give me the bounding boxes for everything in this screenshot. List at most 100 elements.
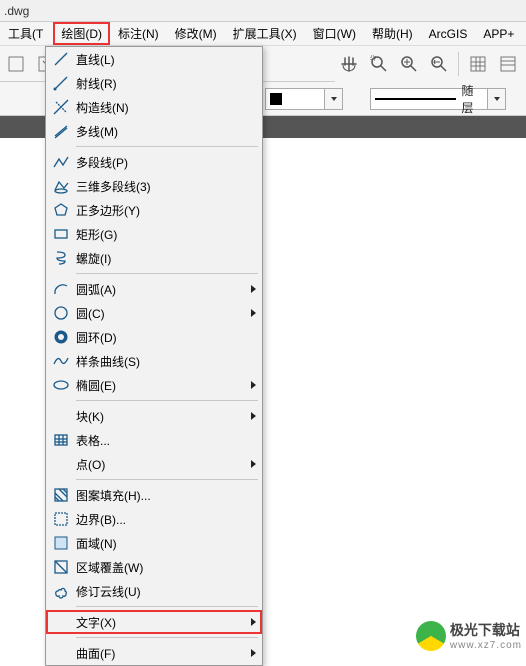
menu-item-point[interactable]: 点(O): [46, 452, 262, 476]
submenu-arrow-icon: [251, 285, 256, 293]
circle-icon: [46, 304, 76, 322]
menu-item-label: 点(O): [76, 456, 248, 473]
menu-item-rect[interactable]: 矩形(G): [46, 222, 262, 246]
ellipse-icon: [46, 376, 76, 394]
menu-item-donut[interactable]: 圆环(D): [46, 325, 262, 349]
line-sample-icon: [375, 98, 456, 100]
menu-item-ellipse[interactable]: 椭圆(E): [46, 373, 262, 397]
menu-item-block[interactable]: 块(K): [46, 404, 262, 428]
menu-item-label: 块(K): [76, 408, 248, 425]
menu-item-label: 修订云线(U): [76, 583, 248, 600]
menu-item-table[interactable]: 表格...: [46, 428, 262, 452]
toolbar-separator: [458, 52, 459, 76]
color-dropdown-arrow[interactable]: [325, 88, 343, 110]
submenu-arrow-icon: [251, 412, 256, 420]
menu-item-3dpoly[interactable]: 三维多段线(3): [46, 174, 262, 198]
region-icon: [46, 534, 76, 552]
menu-separator: [76, 479, 258, 480]
menu-修改m[interactable]: 修改(M): [167, 22, 225, 45]
color-swatch-icon: [270, 93, 282, 105]
menu-item-label: 边界(B)...: [76, 511, 248, 528]
menu-separator: [76, 606, 258, 607]
3dpoly-icon: [46, 177, 76, 195]
zoom-in-icon[interactable]: [395, 50, 423, 78]
watermark: 极光下载站 www.xz7.com: [416, 620, 522, 651]
menu-item-label: 面域(N): [76, 535, 248, 552]
zoom-extents-icon[interactable]: [365, 50, 393, 78]
menu-item-label: 多段线(P): [76, 154, 248, 171]
menu-item-boundary[interactable]: 边界(B)...: [46, 507, 262, 531]
menu-item-helix[interactable]: 螺旋(I): [46, 246, 262, 270]
linetype-dropdown-arrow[interactable]: [488, 88, 506, 110]
props-icon[interactable]: [494, 50, 522, 78]
menu-item-spline[interactable]: 样条曲线(S): [46, 349, 262, 373]
menu-item-label: 构造线(N): [76, 99, 248, 116]
table-icon: [46, 431, 76, 449]
menu-item-line[interactable]: 直线(L): [46, 47, 262, 71]
menu-item-label: 正多边形(Y): [76, 202, 248, 219]
watermark-logo-icon: [416, 621, 446, 651]
menu-item-hatch[interactable]: 图案填充(H)...: [46, 483, 262, 507]
menu-arcgis[interactable]: ArcGIS: [421, 24, 476, 44]
menu-item-polygon[interactable]: 正多边形(Y): [46, 198, 262, 222]
menu-item-arc[interactable]: 圆弧(A): [46, 277, 262, 301]
menu-item-pline[interactable]: 多段线(P): [46, 150, 262, 174]
submenu-arrow-icon: [251, 649, 256, 657]
boundary-icon: [46, 510, 76, 528]
linetype-dropdown[interactable]: 随层: [370, 88, 488, 110]
submenu-arrow-icon: [251, 460, 256, 468]
pline-icon: [46, 153, 76, 171]
menu-窗口w[interactable]: 窗口(W): [305, 22, 364, 45]
submenu-arrow-icon: [251, 309, 256, 317]
menu-item-text[interactable]: 文字(X): [46, 610, 262, 634]
spline-icon: [46, 352, 76, 370]
watermark-url: www.xz7.com: [450, 640, 522, 651]
menu-帮助h[interactable]: 帮助(H): [364, 22, 421, 45]
linetype-label: 随层: [462, 82, 483, 116]
helix-icon: [46, 249, 76, 267]
xline-icon: [46, 98, 76, 116]
menu-item-label: 曲面(F): [76, 645, 248, 662]
submenu-arrow-icon: [251, 381, 256, 389]
menu-item-label: 文字(X): [76, 614, 248, 631]
window-title-text: .dwg: [4, 4, 29, 18]
grid-icon[interactable]: [464, 50, 492, 78]
menubar: 工具(T绘图(D)标注(N)修改(M)扩展工具(X)窗口(W)帮助(H)ArcG…: [0, 22, 526, 46]
menu-item-label: 圆弧(A): [76, 281, 248, 298]
watermark-title: 极光下载站: [450, 620, 522, 640]
ray-icon: [46, 74, 76, 92]
menu-扩展工具x[interactable]: 扩展工具(X): [225, 22, 305, 45]
menu-item-label: 表格...: [76, 432, 248, 449]
menu-工具t[interactable]: 工具(T: [0, 22, 51, 45]
menu-item-label: 样条曲线(S): [76, 353, 248, 370]
menu-item-region[interactable]: 面域(N): [46, 531, 262, 555]
menu-item-surface[interactable]: 曲面(F): [46, 641, 262, 665]
menu-绘图d[interactable]: 绘图(D): [53, 22, 110, 45]
menu-标注n[interactable]: 标注(N): [110, 22, 167, 45]
wipeout-icon: [46, 558, 76, 576]
menu-app+[interactable]: APP+: [475, 24, 522, 44]
zoom-prev-icon[interactable]: [425, 50, 453, 78]
rect-icon: [46, 225, 76, 243]
donut-icon: [46, 328, 76, 346]
menu-item-label: 矩形(G): [76, 226, 248, 243]
menu-item-revcloud[interactable]: 修订云线(U): [46, 579, 262, 603]
menu-separator: [76, 637, 258, 638]
menu-item-label: 区域覆盖(W): [76, 559, 248, 576]
tool-btn-a[interactable]: [2, 50, 30, 78]
color-dropdown[interactable]: [265, 88, 325, 110]
pan-icon[interactable]: [335, 50, 363, 78]
menu-separator: [76, 273, 258, 274]
menu-item-mline[interactable]: 多线(M): [46, 119, 262, 143]
menu-item-wipeout[interactable]: 区域覆盖(W): [46, 555, 262, 579]
menu-separator: [76, 146, 258, 147]
arc-icon: [46, 280, 76, 298]
menu-item-label: 多线(M): [76, 123, 248, 140]
window-title: .dwg: [0, 0, 526, 22]
revcloud-icon: [46, 582, 76, 600]
menu-item-label: 圆(C): [76, 305, 248, 322]
menu-item-circle[interactable]: 圆(C): [46, 301, 262, 325]
menu-item-ray[interactable]: 射线(R): [46, 71, 262, 95]
menu-item-xline[interactable]: 构造线(N): [46, 95, 262, 119]
menu-item-label: 圆环(D): [76, 329, 248, 346]
